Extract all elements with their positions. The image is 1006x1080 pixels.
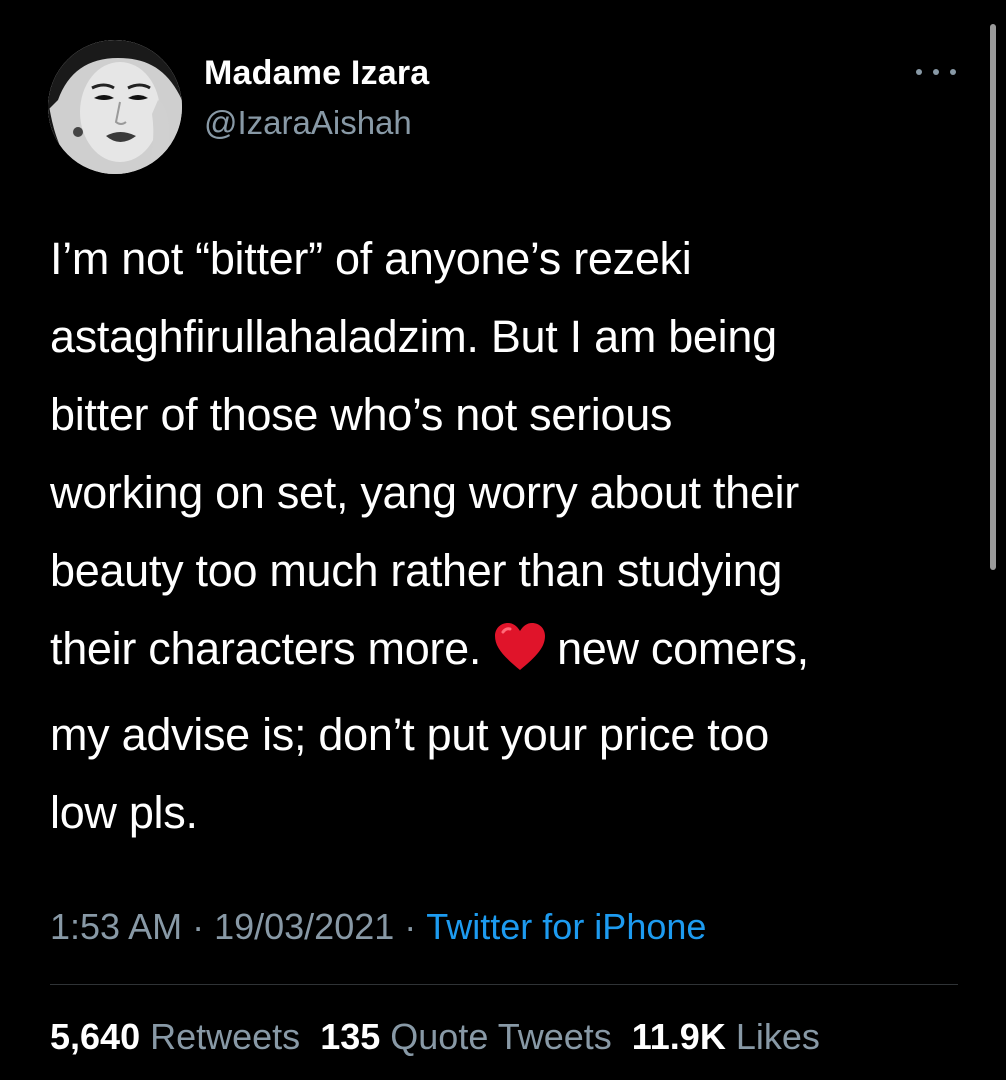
tweet-text-line: low pls.: [50, 787, 198, 838]
tweet-text-line: working on set, yang worry about their: [50, 467, 799, 518]
more-dot-icon: [916, 69, 922, 75]
tweet-meta: 1:53 AM · 19/03/2021 · Twitter for iPhone: [50, 906, 706, 948]
tweet-text: I’m not “bitter” of anyone’s rezeki asta…: [50, 220, 970, 852]
retweets-count: 5,640: [50, 1016, 141, 1057]
tweet-text-line: I’m not “bitter” of anyone’s rezeki: [50, 233, 692, 284]
scrollbar[interactable]: [990, 24, 996, 570]
tweet-detail: Madame Izara @IzaraAishah I’m not “bitte…: [0, 0, 1006, 1080]
tweet-date: 19/03/2021: [214, 906, 395, 947]
tweet-text-fragment: their characters more.: [50, 623, 482, 674]
meta-separator: ·: [192, 906, 205, 947]
quote-tweets-count: 135: [320, 1016, 381, 1057]
retweets-label: Retweets: [150, 1016, 301, 1057]
likes-count: 11.9K: [631, 1016, 726, 1057]
tweet-text-line: their characters more. new comers,: [50, 610, 970, 696]
avatar[interactable]: [48, 40, 182, 174]
display-name[interactable]: Madame Izara: [204, 54, 429, 93]
tweet-text-line: bitter of those who’s not serious: [50, 389, 673, 440]
tweet-text-line: astaghfirullahaladzim. But I am being: [50, 311, 777, 362]
more-dot-icon: [933, 69, 939, 75]
likes-stat[interactable]: 11.9K Likes: [632, 1016, 820, 1057]
more-options-button[interactable]: [916, 60, 956, 84]
tweet-time: 1:53 AM: [50, 906, 183, 947]
quote-tweets-label: Quote Tweets: [390, 1016, 612, 1057]
tweet-stats: 5,640 Retweets 135 Quote Tweets 11.9K Like…: [50, 1016, 840, 1058]
red-heart-icon: [493, 618, 547, 696]
retweets-stat[interactable]: 5,640 Retweets: [50, 1016, 300, 1057]
avatar-photo: [48, 40, 182, 174]
meta-separator: ·: [404, 906, 417, 947]
divider: [50, 984, 958, 985]
tweet-text-line: my advise is; don’t put your price too: [50, 709, 769, 760]
quote-tweets-stat[interactable]: 135 Quote Tweets: [320, 1016, 612, 1057]
tweet-text-fragment: new comers,: [557, 623, 809, 674]
tweet-text-line: beauty too much rather than studying: [50, 545, 783, 596]
tweet-source-link[interactable]: Twitter for iPhone: [426, 906, 706, 947]
user-handle[interactable]: @IzaraAishah: [204, 104, 412, 142]
more-dot-icon: [950, 69, 956, 75]
likes-label: Likes: [735, 1016, 820, 1057]
